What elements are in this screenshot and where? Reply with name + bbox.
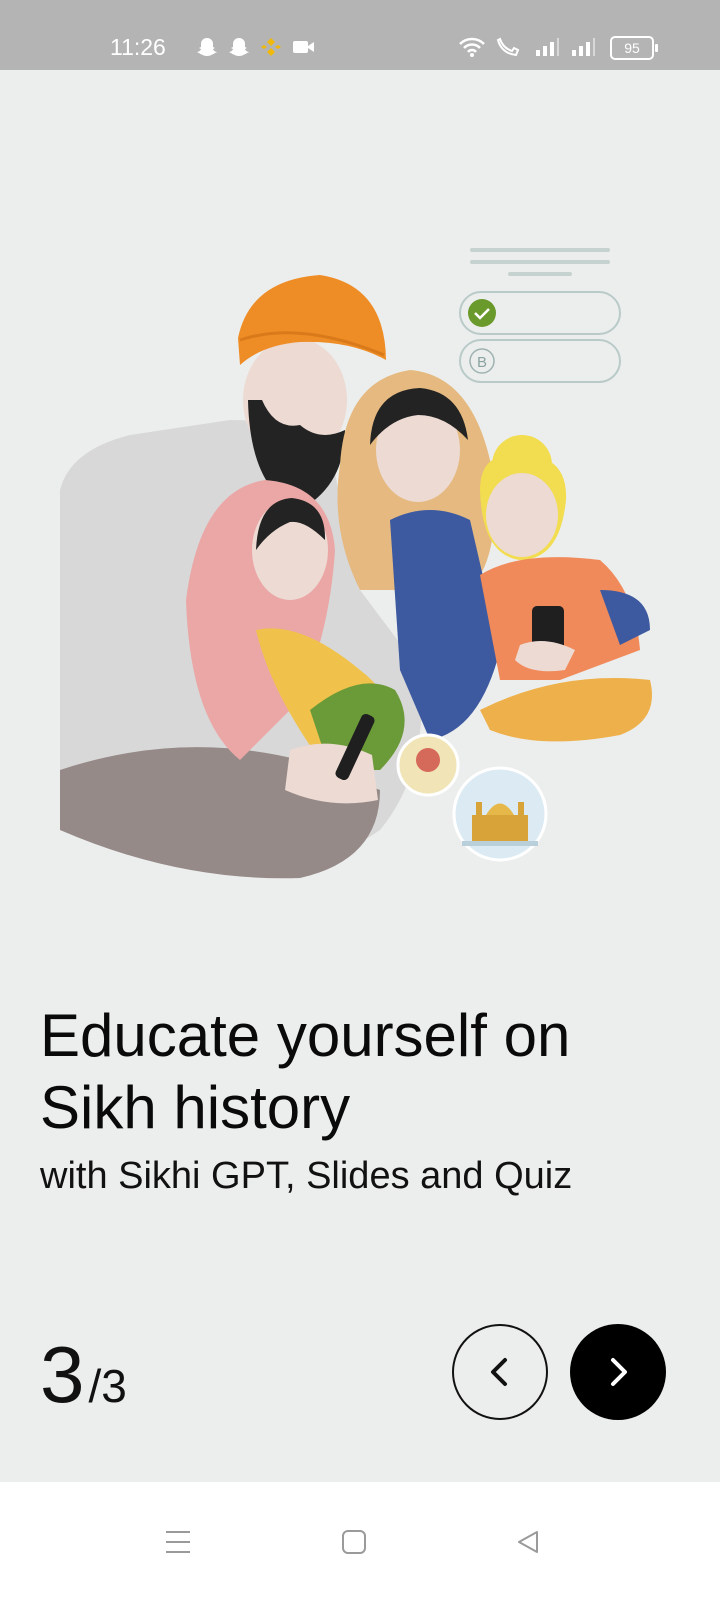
onboarding-subtitle: with Sikhi GPT, Slides and Quiz [40, 1155, 573, 1197]
page-indicator: 3 /3 [40, 1330, 127, 1420]
previous-button[interactable] [452, 1324, 548, 1420]
signal-icon [536, 38, 559, 56]
snapchat-icon [197, 38, 217, 56]
page-current: 3 [40, 1330, 85, 1419]
home-button[interactable] [334, 1522, 374, 1562]
family-learning-illustration: B [60, 248, 652, 879]
signal-icon [572, 38, 595, 56]
status-time: 11:26 [110, 34, 166, 60]
wifi-icon [459, 37, 485, 57]
status-bar: 11:26 95 [0, 0, 720, 70]
battery-indicator: 95 [610, 36, 658, 60]
system-navigation-bar [0, 1482, 720, 1600]
volte-call-icon [496, 37, 520, 57]
page-total: /3 [88, 1360, 127, 1412]
notification-icons [196, 36, 316, 58]
connectivity-icons [458, 36, 596, 58]
onboarding-title: Educate yourself on Sikh history [40, 1002, 571, 1141]
video-camera-icon [293, 41, 314, 53]
snapchat-icon [229, 38, 249, 56]
next-button[interactable] [570, 1324, 666, 1420]
menu-button[interactable] [158, 1522, 198, 1562]
home-icon [342, 1530, 366, 1554]
back-button[interactable] [508, 1522, 548, 1562]
check-icon [468, 299, 496, 327]
binance-icon [261, 38, 281, 56]
quiz-option-b: B [477, 354, 487, 371]
back-icon [518, 1531, 538, 1553]
chevron-right-icon [611, 1358, 627, 1386]
chevron-left-icon [491, 1358, 507, 1386]
quiz-card-graphic: B [459, 248, 621, 383]
menu-icon [166, 1531, 190, 1553]
